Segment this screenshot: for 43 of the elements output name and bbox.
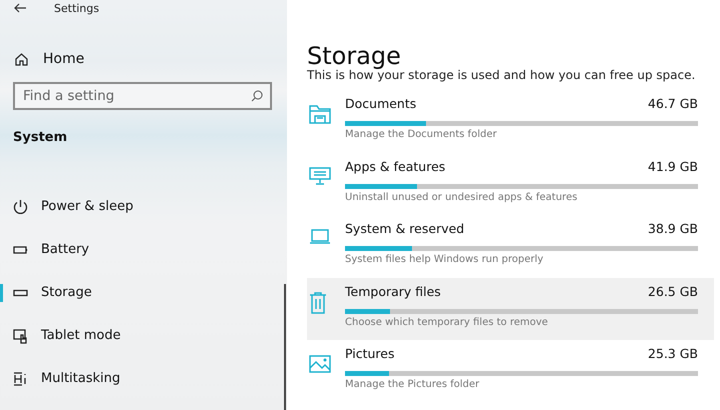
category-name[interactable]: Apps & features — [345, 158, 446, 178]
category-size: 38.9 GB — [648, 221, 698, 238]
category-description: Choose which temporary files to remove — [345, 316, 549, 328]
category-size: 25.3 GB — [648, 346, 698, 363]
storage-row[interactable]: Apps & features 41.9 GB Uninstall unused or undesired apps & features — [307, 152, 714, 215]
category-size: 41.9 GB — [648, 158, 698, 176]
home-link[interactable]: Home — [43, 51, 84, 67]
storage-row[interactable]: Documents 46.7 GB Manage the Documents folder — [307, 90, 714, 152]
search-icon[interactable] — [251, 90, 263, 102]
home-icon[interactable] — [15, 52, 28, 66]
monitor-icon — [309, 166, 331, 184]
scrollbar[interactable] — [284, 284, 286, 410]
sidebar-item[interactable]: Tablet mode — [41, 328, 121, 343]
trash-icon — [309, 292, 327, 314]
back-arrow-icon[interactable] — [14, 3, 27, 13]
sidebar-item[interactable]: Storage — [41, 285, 92, 300]
storage-row[interactable]: Temporary files 26.5 GB Choose which temporary files to remove — [307, 278, 714, 340]
sidebar-item[interactable]: Battery — [41, 242, 90, 257]
folder-icon — [309, 104, 331, 124]
multitasking-icon — [13, 370, 28, 386]
page-subtitle: This is how your storage is used and how you can free up space. — [307, 68, 696, 82]
category-size: 26.5 GB — [648, 284, 698, 300]
power-icon — [13, 198, 28, 214]
category-name[interactable]: System & reserved — [345, 221, 464, 241]
category-name[interactable]: Temporary files — [345, 284, 441, 304]
category-description: System files help Windows run properly — [345, 254, 544, 265]
category-description: Manage the Pictures folder — [345, 379, 480, 390]
laptop-icon — [309, 229, 331, 245]
category-description: Manage the Documents folder — [345, 129, 498, 140]
storage-row[interactable]: Pictures 25.3 GB Manage the Pictures folder — [307, 340, 714, 402]
picture-icon — [309, 354, 331, 374]
search-field[interactable]: Find a setting — [13, 82, 272, 110]
sidebar-item[interactable]: Multitasking — [41, 371, 120, 386]
sidebar-item[interactable]: Power & sleep — [41, 199, 134, 214]
page-title: Storage — [307, 41, 402, 70]
section-heading: System — [12, 130, 68, 145]
category-size: 46.7 GB — [648, 96, 698, 113]
window-title: Settings — [54, 2, 100, 14]
category-description: Uninstall unused or undesired apps & features — [345, 192, 578, 202]
tablet-icon — [13, 328, 28, 344]
category-name[interactable]: Pictures — [345, 346, 394, 366]
storage-row[interactable]: System & reserved 38.9 GB System files help Windows run properly — [307, 215, 714, 278]
category-name[interactable]: Documents — [345, 96, 416, 116]
